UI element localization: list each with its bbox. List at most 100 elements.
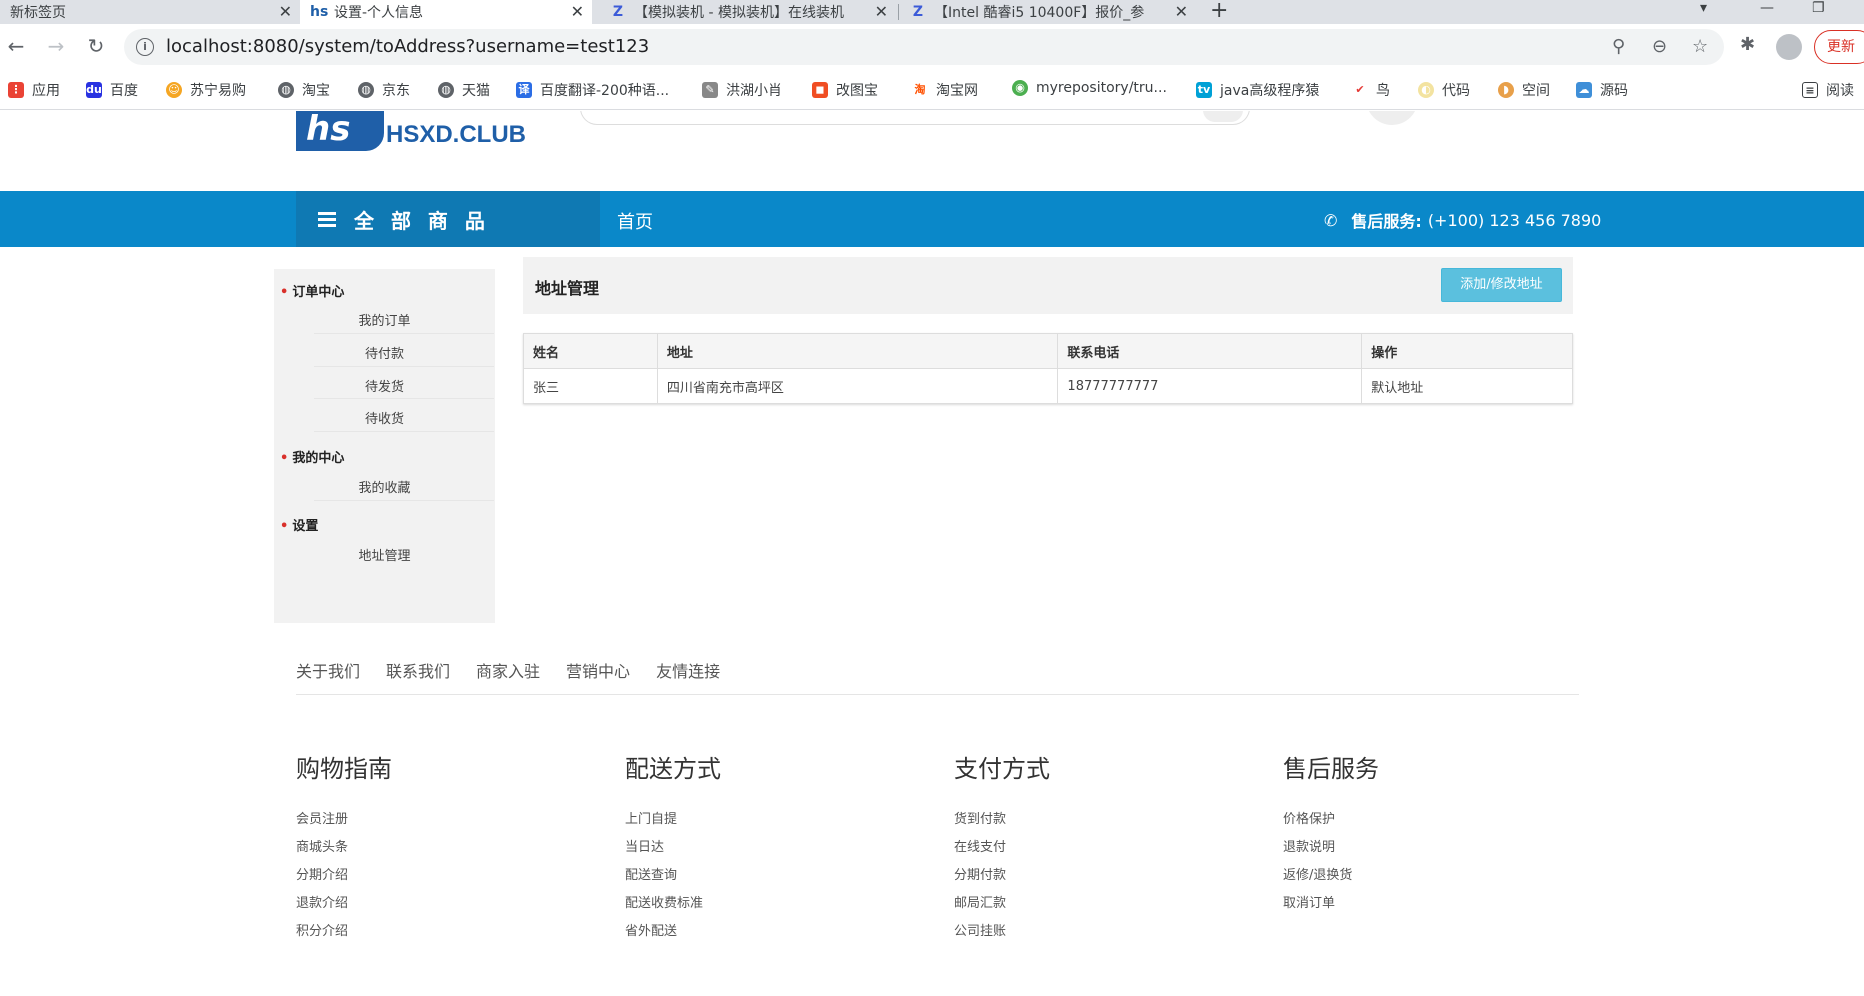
- bookmark-tmall[interactable]: ◍ 天猫: [438, 80, 490, 100]
- extensions-icon[interactable]: ✱: [1740, 34, 1755, 55]
- gaitubao-icon: ◼: [812, 82, 828, 98]
- bookmark-baidu[interactable]: du 百度: [86, 80, 138, 100]
- bookmark-apps[interactable]: ⋮ 应用: [8, 80, 60, 100]
- update-button[interactable]: 更新: [1814, 30, 1864, 64]
- close-icon[interactable]: ✕: [1175, 2, 1188, 21]
- tab-title: 设置-个人信息: [334, 5, 424, 21]
- tab-pc-builder[interactable]: Z 【模拟装机 - 模拟装机】在线装机 ✕: [600, 0, 896, 24]
- column-header-action: 操作: [1361, 333, 1573, 369]
- forward-icon[interactable]: →: [44, 34, 68, 58]
- table-row: 张三 四川省南充市高坪区 18777777777 默认地址: [523, 368, 1573, 404]
- new-tab-plus-icon[interactable]: +: [1210, 0, 1228, 23]
- close-icon[interactable]: ✕: [571, 2, 584, 21]
- bookmark-code[interactable]: ◐ 代码: [1418, 80, 1470, 100]
- close-icon[interactable]: ✕: [875, 2, 888, 21]
- location-icon[interactable]: ⚲: [1612, 36, 1625, 57]
- back-icon[interactable]: ←: [4, 34, 28, 58]
- footer-link[interactable]: 会员注册: [296, 806, 392, 834]
- footer-link[interactable]: 分期介绍: [296, 862, 392, 890]
- footer-link[interactable]: 退款介绍: [296, 890, 392, 918]
- reading-list[interactable]: ≡ 阅读: [1802, 80, 1854, 100]
- bookmark-suning[interactable]: ☺ 苏宁易购: [166, 80, 246, 100]
- footer-link-contact[interactable]: 联系我们: [386, 658, 450, 682]
- bird-icon: ✔: [1352, 82, 1368, 98]
- footer-link-friends[interactable]: 友情连接: [656, 658, 720, 682]
- sidebar-item-address-management[interactable]: 地址管理: [274, 545, 495, 564]
- account-sidebar: • 订单中心 我的订单 待付款 待发货 待收货 • 我的中心 我的收藏 • 设置 地址…: [274, 269, 495, 623]
- bookmark-bird[interactable]: ✔ 鸟: [1352, 80, 1390, 100]
- sidebar-item-favorites[interactable]: 我的收藏: [274, 477, 495, 496]
- add-edit-address-button[interactable]: 添加/修改地址: [1441, 268, 1562, 302]
- search-input[interactable]: [580, 111, 1250, 125]
- divider: [314, 431, 494, 432]
- restore-icon[interactable]: ❐: [1812, 0, 1825, 16]
- bullet-icon: •: [280, 451, 289, 466]
- bookmark-star-icon[interactable]: ☆: [1692, 36, 1708, 57]
- divider: [314, 500, 494, 501]
- footer-link[interactable]: 当日达: [625, 834, 721, 862]
- footer-link[interactable]: 分期付款: [954, 862, 1050, 890]
- reload-icon[interactable]: ↻: [84, 34, 108, 58]
- all-categories-button[interactable]: 全 部 商 品: [296, 191, 600, 247]
- footer-link[interactable]: 邮局汇款: [954, 890, 1050, 918]
- footer-link-about[interactable]: 关于我们: [296, 658, 360, 682]
- bookmark-myrepository[interactable]: ◉ myrepository/tru...: [1012, 80, 1167, 96]
- bookmark-space[interactable]: ◗ 空间: [1498, 80, 1550, 100]
- search-button[interactable]: [1203, 111, 1243, 122]
- default-address-action[interactable]: 默认地址: [1361, 368, 1573, 404]
- bookmark-baidu-translate[interactable]: 译百度翻译-200种语...: [516, 80, 669, 100]
- tab-title: 【模拟装机 - 模拟装机】在线装机: [634, 5, 844, 21]
- cart-icon[interactable]: [1366, 111, 1418, 125]
- bookmark-honghu[interactable]: ✎ 洪湖小肖: [702, 80, 782, 100]
- footer-link[interactable]: 上门自提: [625, 806, 721, 834]
- footer-column-title: 购物指南: [296, 755, 392, 783]
- bookmark-java[interactable]: tv java高级程序猿: [1196, 80, 1319, 100]
- suning-icon: ☺: [166, 82, 182, 98]
- footer-link[interactable]: 取消订单: [1283, 890, 1379, 918]
- bookmarks-bar: ⋮ 应用 du 百度 ☺ 苏宁易购 ◍ 淘宝 ◍ 京东 ◍ 天猫 译百度翻译-200种语..…: [0, 70, 1864, 110]
- site-info-icon[interactable]: i: [136, 38, 154, 56]
- footer-link[interactable]: 返修/退换货: [1283, 862, 1379, 890]
- footer-column-title: 售后服务: [1283, 755, 1379, 783]
- bookmark-taobao[interactable]: ◍ 淘宝: [278, 80, 330, 100]
- footer-link[interactable]: 货到付款: [954, 806, 1050, 834]
- footer-link[interactable]: 商城头条: [296, 834, 392, 862]
- footer-link[interactable]: 积分介绍: [296, 918, 392, 946]
- footer-link[interactable]: 省外配送: [625, 918, 721, 946]
- address-bar[interactable]: i localhost:8080/system/toAddress?userna…: [124, 29, 1724, 65]
- source-icon: ☁: [1576, 82, 1592, 98]
- close-icon[interactable]: ✕: [279, 2, 292, 21]
- profile-menu-icon[interactable]: ▾: [1700, 0, 1707, 16]
- footer-link[interactable]: 在线支付: [954, 834, 1050, 862]
- tab-intel-cpu[interactable]: Z 【Intel 酷睿i5 10400F】报价_参 ✕: [900, 0, 1196, 24]
- url-text[interactable]: localhost:8080/system/toAddress?username…: [166, 36, 649, 57]
- sidebar-item-pending-shipment[interactable]: 待发货: [274, 376, 495, 395]
- column-header-name: 姓名: [523, 333, 658, 369]
- sidebar-item-pending-receipt[interactable]: 待收货: [274, 408, 495, 427]
- tab-new-tab[interactable]: 新标签页 ✕: [0, 0, 300, 24]
- sidebar-section-settings: • 设置: [280, 519, 319, 534]
- bookmark-gaitubao[interactable]: ◼ 改图宝: [812, 80, 878, 100]
- nav-home-link[interactable]: 首页: [617, 208, 653, 234]
- minimize-icon[interactable]: —: [1760, 0, 1774, 16]
- zoom-icon[interactable]: ⊖: [1652, 36, 1667, 57]
- cell-address: 四川省南充市高坪区: [656, 368, 1059, 404]
- footer-link-marketing[interactable]: 营销中心: [566, 658, 630, 682]
- footer-link[interactable]: 公司挂账: [954, 918, 1050, 946]
- footer-link[interactable]: 退款说明: [1283, 834, 1379, 862]
- footer-link[interactable]: 配送查询: [625, 862, 721, 890]
- baidu-icon: du: [86, 82, 102, 98]
- bookmark-jd[interactable]: ◍ 京东: [358, 80, 410, 100]
- tab-settings-profile[interactable]: hs 设置-个人信息 ✕: [300, 0, 592, 24]
- footer-link[interactable]: 价格保护: [1283, 806, 1379, 834]
- chrome-icon: ◉: [1012, 80, 1028, 96]
- footer-link-merchant[interactable]: 商家入驻: [476, 658, 540, 682]
- sidebar-item-my-orders[interactable]: 我的订单: [274, 310, 495, 329]
- bookmark-source[interactable]: ☁ 源码: [1576, 80, 1628, 100]
- sidebar-item-pending-payment[interactable]: 待付款: [274, 343, 495, 362]
- page-title: 地址管理: [535, 279, 600, 298]
- avatar[interactable]: [1776, 34, 1802, 60]
- site-logo[interactable]: hs HSXD.CLUB: [296, 111, 526, 151]
- footer-link[interactable]: 配送收费标准: [625, 890, 721, 918]
- bookmark-taobao-net[interactable]: 淘淘宝网: [912, 80, 978, 100]
